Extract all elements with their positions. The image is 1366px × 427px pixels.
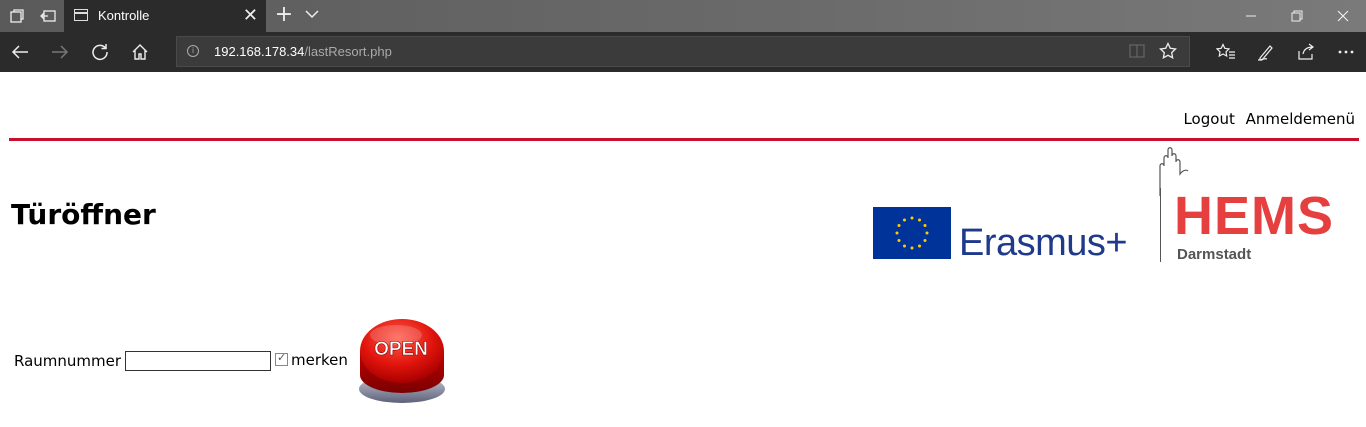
room-number-input[interactable] bbox=[125, 351, 271, 371]
login-menu-link[interactable]: Anmeldemenü bbox=[1246, 110, 1355, 128]
url-path: /lastResort.php bbox=[304, 44, 392, 59]
chevron-down-icon[interactable] bbox=[304, 6, 324, 26]
eu-flag-logo bbox=[873, 207, 951, 259]
hems-logo-text: HEMS bbox=[1174, 186, 1335, 246]
info-icon[interactable]: i bbox=[187, 45, 199, 57]
new-tab-icon[interactable]: + bbox=[274, 2, 294, 28]
refresh-icon[interactable] bbox=[80, 32, 120, 72]
address-bar[interactable]: i 192.168.178.34/lastResort.php bbox=[176, 36, 1190, 67]
url-text: 192.168.178.34/lastResort.php bbox=[214, 44, 392, 59]
browser-nav-bar: i 192.168.178.34/lastResort.php bbox=[0, 32, 1366, 72]
page-icon bbox=[74, 9, 88, 21]
open-button-label: OPEN bbox=[374, 339, 428, 360]
room-number-label: Raumnummer bbox=[14, 352, 122, 370]
forward-icon[interactable] bbox=[40, 32, 80, 72]
restore-icon[interactable] bbox=[1274, 0, 1320, 32]
page-title: Türöffner bbox=[11, 198, 156, 231]
reading-view-icon[interactable] bbox=[1129, 43, 1145, 63]
close-tab-icon[interactable]: ✕ bbox=[243, 5, 258, 25]
browser-tab-bar: Kontrolle ✕ + bbox=[0, 0, 1366, 32]
favorite-star-icon[interactable] bbox=[1159, 41, 1177, 64]
set-tabs-aside-icon[interactable] bbox=[33, 0, 63, 32]
notes-pen-icon[interactable] bbox=[1246, 32, 1286, 72]
remember-label: merken bbox=[291, 351, 348, 369]
home-icon[interactable] bbox=[120, 32, 160, 72]
back-icon[interactable] bbox=[0, 32, 40, 72]
tab-actions-icon[interactable] bbox=[2, 0, 32, 32]
url-host: 192.168.178.34 bbox=[214, 44, 305, 59]
logout-link[interactable]: Logout bbox=[1183, 110, 1234, 128]
erasmus-logo-text: Erasmus+ bbox=[959, 222, 1128, 264]
favorites-icon[interactable] bbox=[1206, 32, 1246, 72]
more-icon[interactable] bbox=[1326, 32, 1366, 72]
top-nav: Logout Anmeldemenü bbox=[1177, 110, 1355, 128]
close-window-icon[interactable] bbox=[1320, 0, 1366, 32]
tab-title: Kontrolle bbox=[98, 8, 150, 23]
header-divider bbox=[9, 138, 1359, 141]
open-door-button[interactable]: OPEN bbox=[356, 317, 448, 405]
share-icon[interactable] bbox=[1286, 32, 1326, 72]
hems-city-text: Darmstadt bbox=[1177, 246, 1252, 263]
minimize-icon[interactable] bbox=[1228, 0, 1274, 32]
remember-checkbox[interactable] bbox=[275, 351, 288, 366]
logo-divider bbox=[1160, 188, 1161, 262]
tab-kontrolle[interactable]: Kontrolle ✕ bbox=[64, 0, 266, 32]
